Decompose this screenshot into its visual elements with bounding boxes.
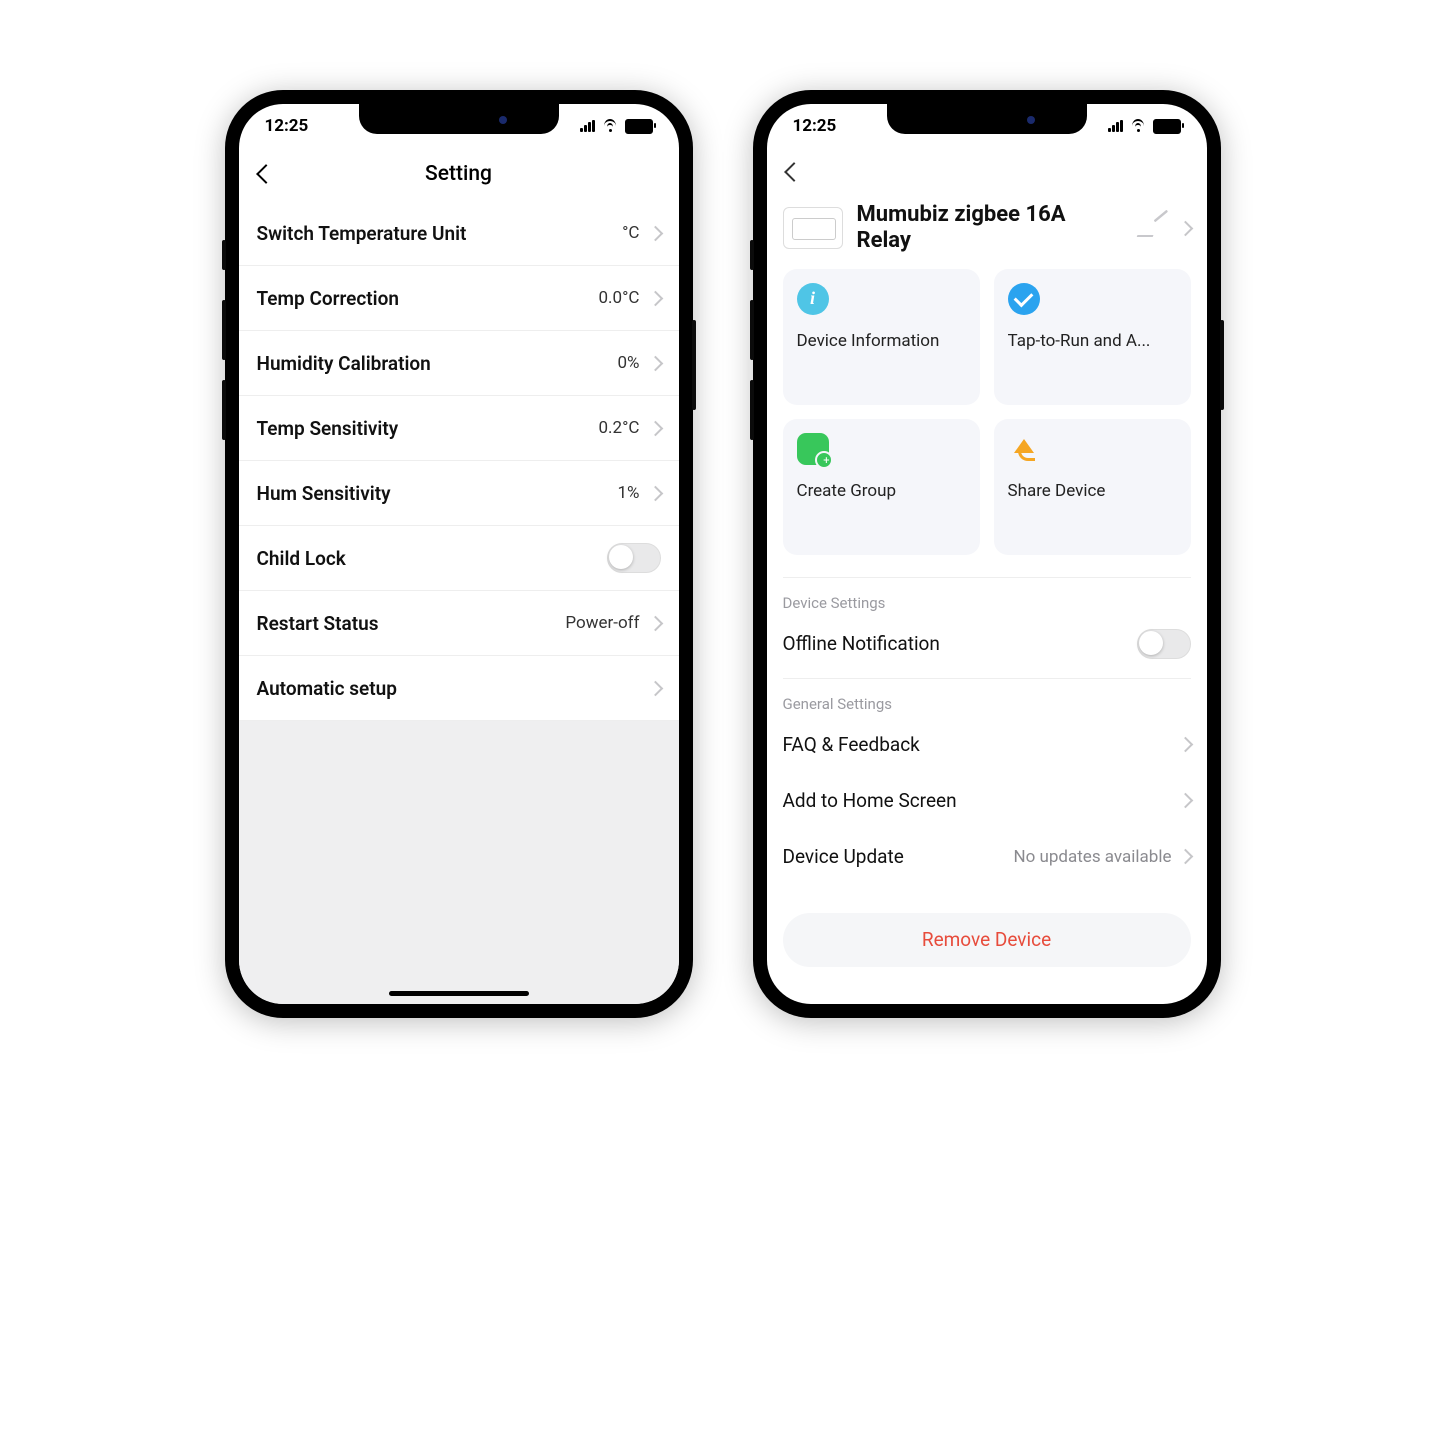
back-button[interactable]	[249, 167, 283, 181]
row-value: No updates available	[1013, 847, 1171, 867]
header: Setting	[239, 148, 679, 201]
settings-row[interactable]: Switch Temperature Unit°C	[239, 201, 679, 266]
child-lock-toggle[interactable]	[607, 543, 661, 573]
general-row[interactable]: FAQ & Feedback	[767, 717, 1207, 773]
general-row[interactable]: Device UpdateNo updates available	[767, 829, 1207, 885]
wifi-icon	[1129, 117, 1147, 135]
tile-label: Tap-to-Run and A...	[1008, 331, 1177, 351]
section-title-device-settings: Device Settings	[767, 578, 1207, 616]
chevron-left-icon	[784, 162, 804, 182]
chevron-right-icon	[647, 680, 663, 696]
settings-row[interactable]: Temp Correction0.0°C	[239, 266, 679, 331]
chevron-right-icon	[647, 420, 663, 436]
row-label: FAQ & Feedback	[783, 733, 1180, 756]
tile-tap-to-run[interactable]: Tap-to-Run and A...	[994, 269, 1191, 405]
create-group-icon: +	[797, 433, 829, 465]
general-row[interactable]: Add to Home Screen	[767, 773, 1207, 829]
settings-row[interactable]: Humidity Calibration0%	[239, 331, 679, 396]
cellular-icon	[580, 120, 595, 132]
battery-icon	[1153, 119, 1181, 134]
row-label: Add to Home Screen	[783, 789, 1180, 812]
chevron-right-icon	[647, 290, 663, 306]
row-label: Restart Status	[257, 612, 566, 635]
tile-label: Create Group	[797, 481, 966, 501]
notch	[887, 104, 1087, 134]
back-button[interactable]	[777, 165, 811, 179]
status-time: 12:25	[265, 116, 309, 136]
row-value: 0.2°C	[598, 418, 639, 438]
row-label: Child Lock	[257, 547, 607, 570]
tile-label: Share Device	[1008, 481, 1177, 501]
device-thumbnail	[783, 207, 843, 249]
chevron-right-icon	[647, 355, 663, 371]
row-value: 0.0°C	[598, 288, 639, 308]
chevron-right-icon	[1177, 849, 1193, 865]
chevron-right-icon[interactable]	[1177, 221, 1193, 237]
settings-row: Child Lock	[239, 526, 679, 591]
edit-button[interactable]	[1138, 218, 1158, 238]
phone-left: 12:25 Setting Switch Temperature Unit°CT…	[225, 90, 693, 1018]
section-title-general-settings: General Settings	[767, 679, 1207, 717]
chevron-right-icon	[1177, 793, 1193, 809]
row-value: 0%	[617, 353, 639, 373]
wifi-icon	[601, 117, 619, 135]
remove-device-button[interactable]: Remove Device	[783, 913, 1191, 967]
row-label: Humidity Calibration	[257, 352, 618, 375]
home-indicator[interactable]	[389, 991, 529, 996]
offline-notification-row: Offline Notification	[767, 616, 1207, 672]
row-label: Device Update	[783, 845, 1014, 868]
row-value: °C	[622, 223, 639, 243]
cellular-icon	[1108, 120, 1123, 132]
row-value: 1%	[617, 483, 639, 503]
device-name: Mumubiz zigbee 16A Relay	[857, 202, 1124, 255]
status-time: 12:25	[793, 116, 837, 136]
settings-row[interactable]: Temp Sensitivity0.2°C	[239, 396, 679, 461]
chevron-left-icon	[256, 164, 276, 184]
tile-create-group[interactable]: + Create Group	[783, 419, 980, 555]
offline-notification-label: Offline Notification	[783, 632, 1137, 655]
notch	[359, 104, 559, 134]
row-label: Switch Temperature Unit	[257, 222, 623, 245]
row-label: Automatic setup	[257, 677, 650, 700]
share-icon	[1008, 433, 1040, 465]
pencil-icon	[1136, 219, 1159, 237]
battery-icon	[625, 119, 653, 134]
chevron-right-icon	[647, 615, 663, 631]
row-label: Temp Correction	[257, 287, 599, 310]
settings-row[interactable]: Hum Sensitivity1%	[239, 461, 679, 526]
chevron-right-icon	[647, 225, 663, 241]
row-label: Hum Sensitivity	[257, 482, 618, 505]
offline-notification-toggle[interactable]	[1137, 629, 1191, 659]
tile-share-device[interactable]: Share Device	[994, 419, 1191, 555]
check-icon	[1008, 283, 1040, 315]
chevron-right-icon	[1177, 737, 1193, 753]
tile-label: Device Information	[797, 331, 966, 351]
settings-row[interactable]: Restart StatusPower-off	[239, 591, 679, 656]
page-title: Setting	[283, 162, 635, 186]
remove-device-label: Remove Device	[922, 928, 1051, 951]
chevron-right-icon	[647, 485, 663, 501]
row-label: Temp Sensitivity	[257, 417, 599, 440]
phone-right: 12:25 Mumubiz zigbee 16A Relay iDe	[753, 90, 1221, 1018]
tile-device-information[interactable]: i Device Information	[783, 269, 980, 405]
info-icon: i	[797, 283, 829, 315]
row-value: Power-off	[565, 613, 639, 633]
settings-row[interactable]: Automatic setup	[239, 656, 679, 721]
